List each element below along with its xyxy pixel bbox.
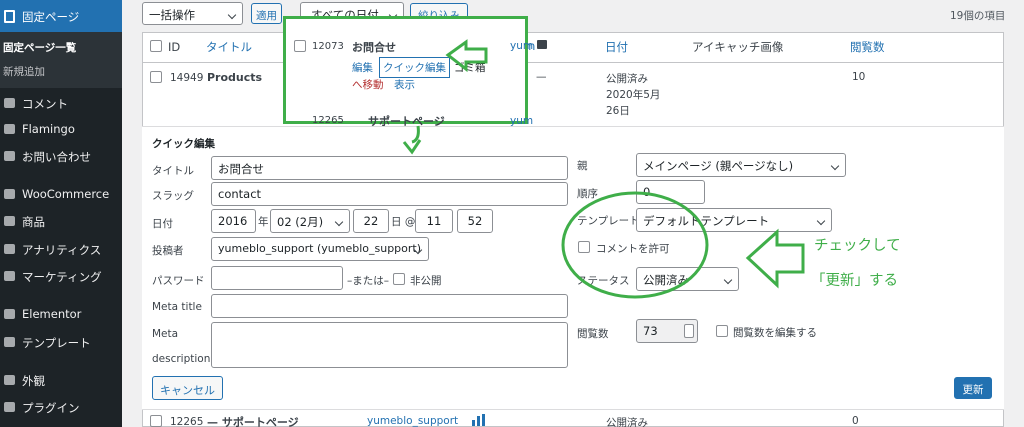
annotation-text-2: 「更新」する: [811, 273, 898, 289]
annotation-text-1: チェックして: [814, 238, 901, 254]
highlight-circle: [561, 191, 709, 299]
curved-arrow-icon: [402, 125, 422, 155]
arrow-left-icon: [445, 39, 488, 73]
big-arrow-left-icon: [745, 228, 805, 289]
annotation-overlay: [402, 39, 805, 299]
